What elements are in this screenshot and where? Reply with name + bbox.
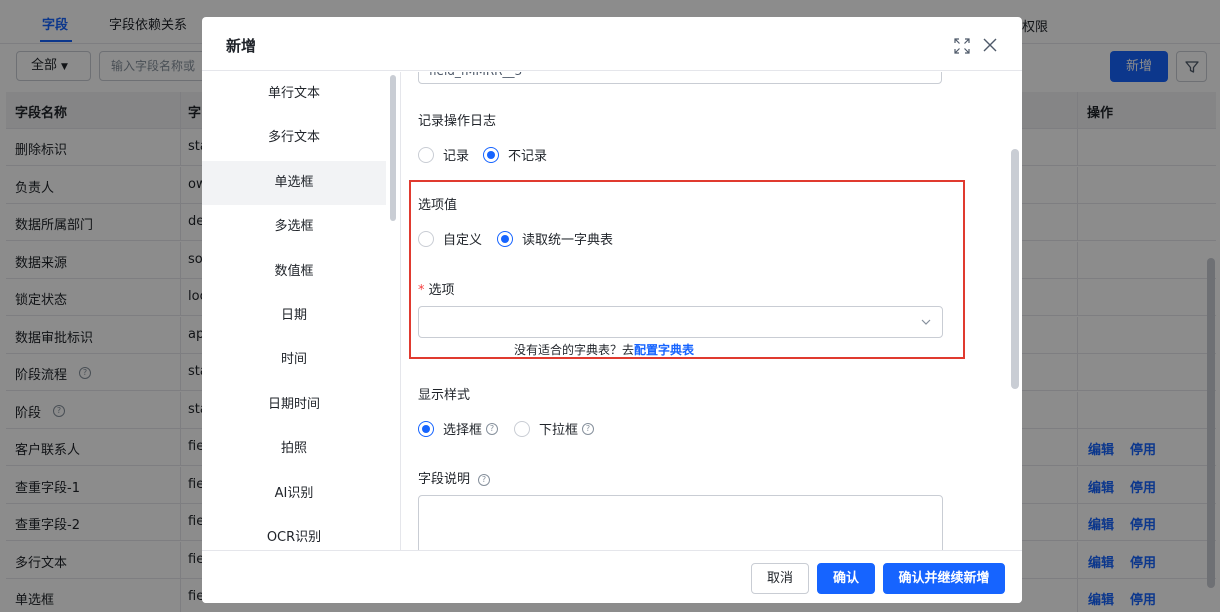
field-type-item[interactable]: 时间 xyxy=(202,338,386,382)
field-type-item[interactable]: OCR识别 xyxy=(202,516,386,550)
help-icon[interactable]: ? xyxy=(486,422,499,435)
hint-text: 没有适合的字典表？去 xyxy=(514,343,635,357)
radio-circle xyxy=(418,146,434,163)
options-label: * 选项 xyxy=(418,279,455,298)
field-type-scrollbar[interactable] xyxy=(390,75,396,221)
configure-dictionary-link[interactable]: 配置字典表 xyxy=(634,343,694,357)
field-type-item[interactable]: 多选框 xyxy=(202,205,386,249)
radio-label: 下拉框 xyxy=(539,423,579,438)
radio-circle xyxy=(514,420,530,437)
close-icon[interactable] xyxy=(982,37,998,53)
help-icon[interactable]: ? xyxy=(478,473,491,486)
radio-circle xyxy=(497,230,513,247)
confirm-button[interactable]: 确认 xyxy=(817,563,875,594)
modal-title: 新增 xyxy=(226,37,257,55)
radio-circle xyxy=(483,146,499,163)
radio-label: 不记录 xyxy=(508,149,548,164)
field-type-item[interactable]: AI识别 xyxy=(202,472,386,516)
field-type-item[interactable]: 日期 xyxy=(202,294,386,338)
field-desc-label: 字段说明? xyxy=(418,468,491,487)
confirm-continue-button[interactable]: 确认并继续新增 xyxy=(883,563,1005,594)
field-desc-textarea[interactable] xyxy=(418,495,943,550)
field-type-item[interactable]: 数值框 xyxy=(202,250,386,294)
radio-label: 自定义 xyxy=(443,233,483,248)
radio-option-dictionary[interactable]: 读取统一字典表 xyxy=(497,229,613,248)
cancel-button[interactable]: 取消 xyxy=(751,563,809,594)
field-form: field_fMMRR__3 记录操作日志 记录 不记录 选项值 自定义 读取统… xyxy=(401,72,1006,550)
field-code-input[interactable]: field_fMMRR__3 xyxy=(418,72,942,84)
modal-footer: 取消 确认 确认并继续新增 xyxy=(202,550,1022,603)
field-type-item[interactable]: 拍照 xyxy=(202,427,386,471)
modal-header: 新增 xyxy=(202,17,1022,71)
field-type-item[interactable]: 多行文本 xyxy=(202,116,386,160)
radio-label: 选择框 xyxy=(443,423,483,438)
radio-circle xyxy=(418,230,434,247)
radio-label: 记录 xyxy=(443,149,470,164)
options-label-text: 选项 xyxy=(428,283,455,298)
radio-style-dropdown[interactable]: 下拉框? xyxy=(514,419,595,438)
field-type-item[interactable]: 单选框 xyxy=(202,160,386,205)
help-icon[interactable]: ? xyxy=(582,422,595,435)
radio-style-checkbox[interactable]: 选择框? xyxy=(418,419,499,438)
display-style-label: 显示样式 xyxy=(418,388,471,403)
option-value-label: 选项值 xyxy=(418,198,458,213)
dictionary-select[interactable] xyxy=(418,306,943,338)
field-desc-label-text: 字段说明 xyxy=(418,472,471,487)
log-label: 记录操作日志 xyxy=(418,114,497,129)
fullscreen-icon[interactable] xyxy=(953,37,971,55)
dictionary-hint: 没有适合的字典表？去配置字典表 xyxy=(514,341,694,358)
required-mark: * xyxy=(418,283,425,298)
radio-label: 读取统一字典表 xyxy=(522,233,614,248)
radio-log-none[interactable]: 不记录 xyxy=(483,145,547,164)
radio-log-record[interactable]: 记录 xyxy=(418,145,469,164)
add-field-modal: 新增 单行文本 多行文本 单选框 多选框 数值框 日期 时间 日期时间 拍照 AI识别 OCR识别 … xyxy=(202,17,1022,603)
field-type-item[interactable]: 日期时间 xyxy=(202,383,386,427)
radio-option-custom[interactable]: 自定义 xyxy=(418,229,482,248)
radio-circle xyxy=(418,420,434,437)
field-type-list: 单行文本 多行文本 单选框 多选框 数值框 日期 时间 日期时间 拍照 AI识别 OCR识别 xyxy=(202,72,386,550)
chevron-down-icon xyxy=(921,319,931,325)
form-scrollbar[interactable] xyxy=(1011,149,1019,389)
field-type-item[interactable]: 单行文本 xyxy=(202,72,386,116)
